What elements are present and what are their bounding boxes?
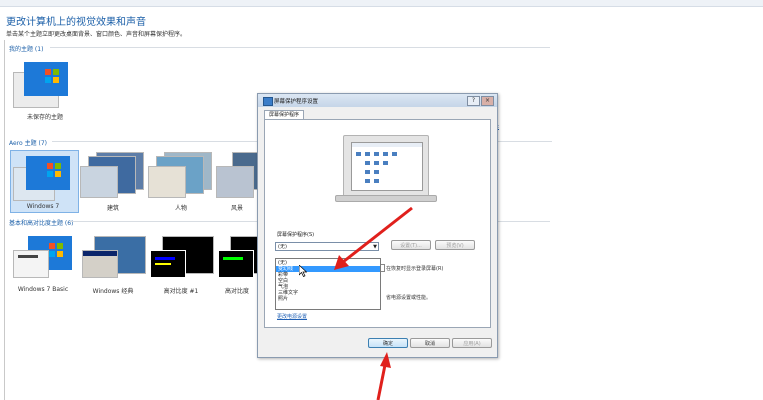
- red-arrow-icon: [376, 352, 391, 400]
- red-arrow-icon: [334, 206, 413, 270]
- annotation-arrows: [334, 206, 413, 400]
